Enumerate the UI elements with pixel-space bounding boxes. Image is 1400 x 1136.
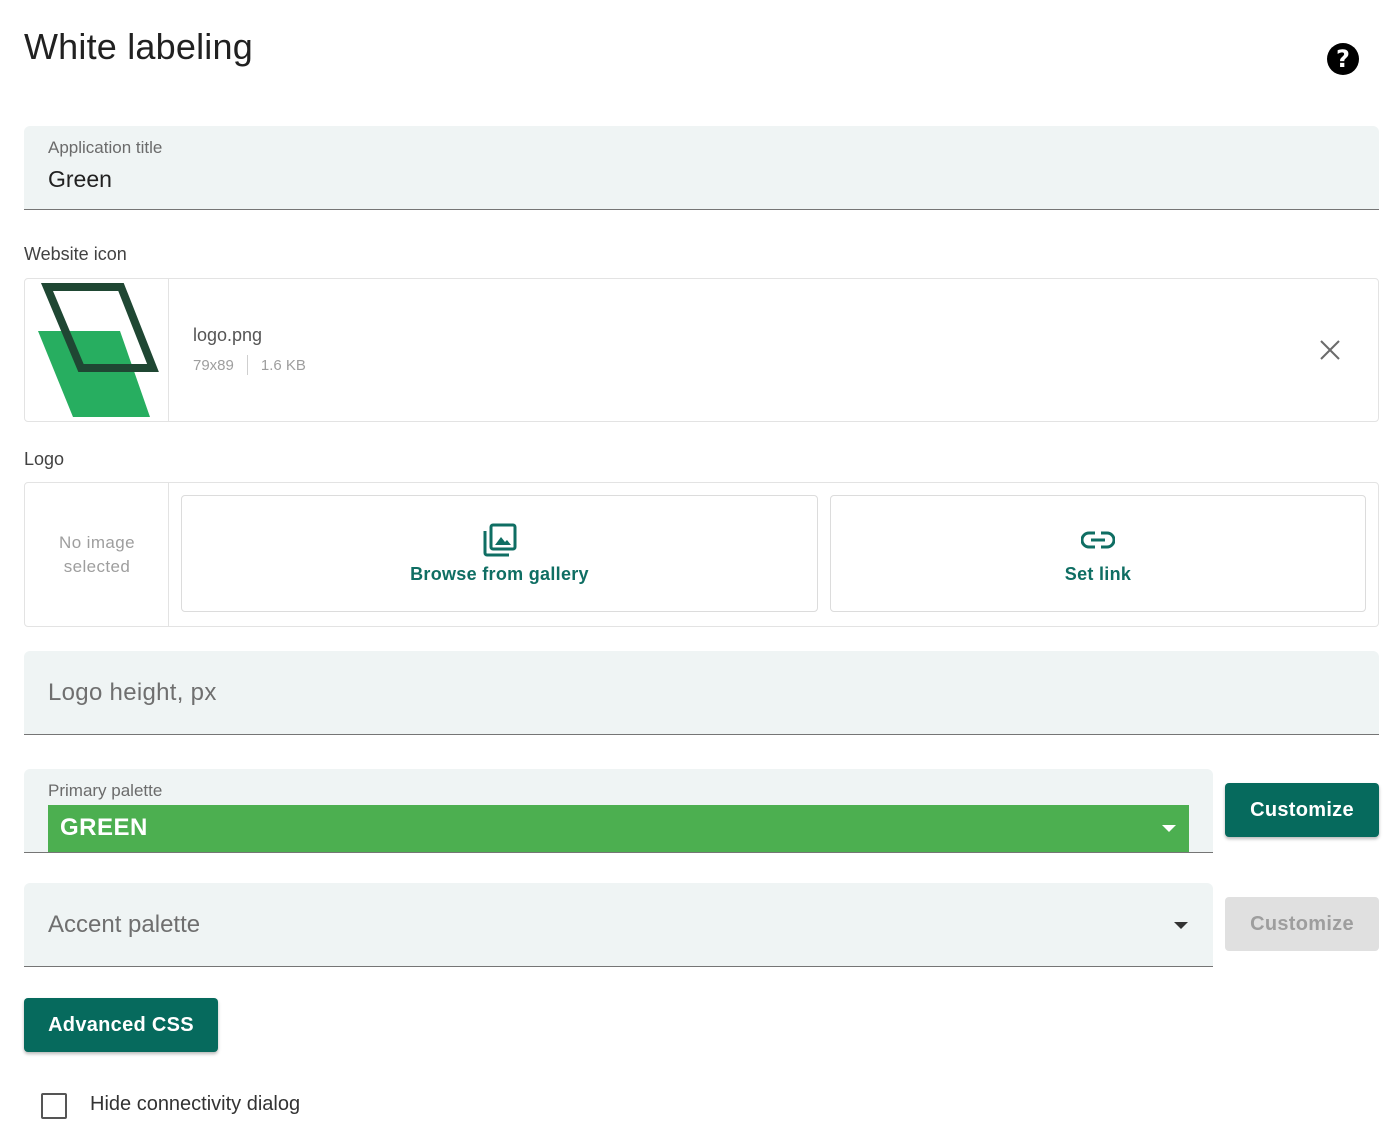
file-meta: 79x89 1.6 KB	[193, 355, 306, 375]
logo-box: No image selected Browse from gallery Se…	[24, 482, 1379, 627]
application-title-label: Application title	[48, 138, 163, 157]
browse-gallery-button[interactable]: Browse from gallery	[181, 495, 818, 612]
no-image-text: No image selected	[59, 532, 135, 576]
chevron-down-icon	[1162, 825, 1176, 832]
accent-customize-button[interactable]: Customize	[1225, 897, 1379, 951]
browse-gallery-label: Browse from gallery	[410, 564, 589, 584]
website-icon-label: Website icon	[24, 244, 127, 264]
set-link-label: Set link	[1064, 564, 1132, 584]
website-icon-box: logo.png 79x89 1.6 KB	[24, 278, 1379, 422]
chevron-down-icon	[1174, 922, 1188, 929]
hide-connectivity-checkbox[interactable]	[41, 1093, 67, 1119]
help-icon[interactable]: ?	[1327, 43, 1359, 75]
primary-palette-label: Primary palette	[48, 781, 163, 800]
advanced-css-button[interactable]: Advanced CSS	[24, 998, 218, 1052]
primary-palette-select[interactable]: Primary palette GREEN	[24, 769, 1213, 853]
gallery-icon	[483, 523, 516, 557]
logo-height-placeholder: Logo height, px	[48, 679, 217, 706]
primary-palette-value-bar: GREEN	[48, 805, 1189, 852]
primary-customize-button[interactable]: Customize	[1225, 783, 1379, 837]
hide-connectivity-label: Hide connectivity dialog	[90, 1093, 301, 1115]
close-icon[interactable]	[1315, 335, 1345, 365]
accent-palette-select[interactable]: Accent palette	[24, 883, 1213, 967]
file-size: 1.6 KB	[260, 356, 306, 374]
primary-palette-value: GREEN	[60, 814, 148, 841]
application-title-value[interactable]: Green	[48, 166, 112, 193]
logo-label: Logo	[24, 449, 65, 469]
set-link-button[interactable]: Set link	[830, 495, 1366, 612]
meta-divider	[246, 355, 248, 375]
file-name: logo.png	[193, 325, 263, 345]
application-title-field[interactable]: Application title Green	[24, 126, 1379, 210]
file-dimensions: 79x89	[193, 356, 234, 374]
link-icon	[1081, 531, 1115, 549]
logo-height-field[interactable]: Logo height, px	[24, 651, 1379, 735]
logo-thumbnail: No image selected	[25, 483, 169, 626]
logo-image	[38, 283, 159, 417]
page-title: White labeling	[24, 26, 253, 67]
website-icon-thumbnail	[25, 279, 169, 421]
accent-palette-placeholder: Accent palette	[48, 911, 201, 938]
